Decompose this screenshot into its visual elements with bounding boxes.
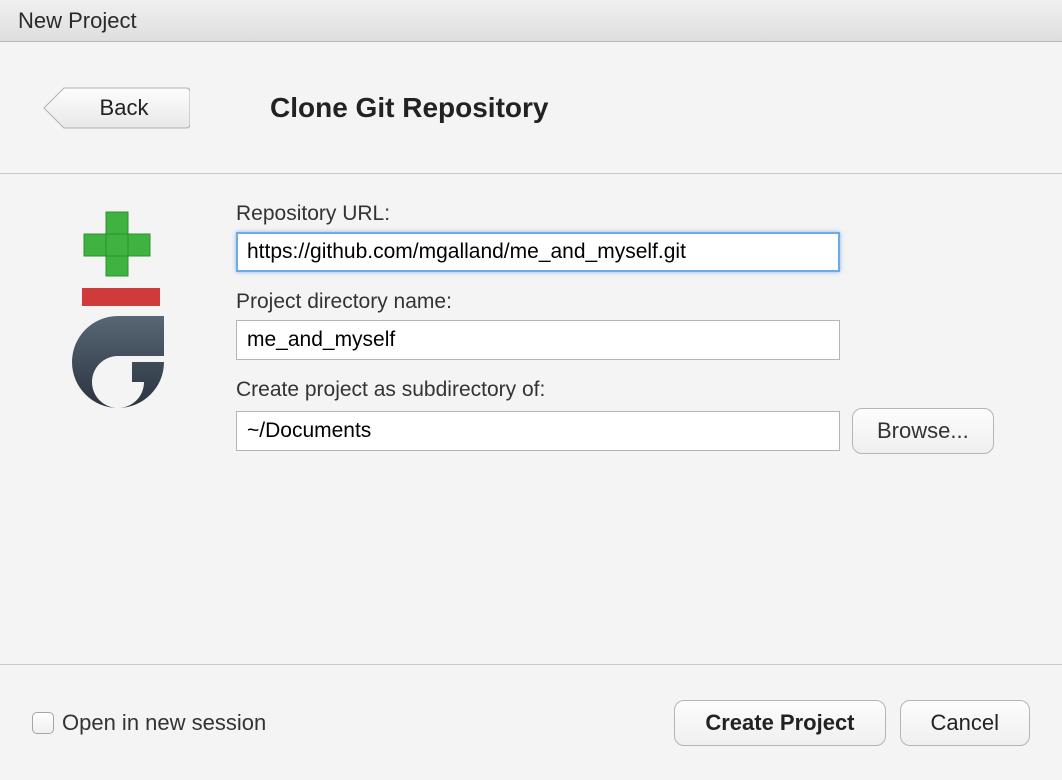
page-title: Clone Git Repository — [270, 92, 548, 124]
subdir-label: Create project as subdirectory of: — [236, 378, 1030, 402]
subdir-input[interactable] — [236, 411, 840, 451]
subdir-group: Create project as subdirectory of: Brows… — [236, 378, 1030, 454]
project-dir-group: Project directory name: — [236, 290, 1030, 360]
form-column: Repository URL: Project directory name: … — [232, 202, 1030, 664]
project-dir-label: Project directory name: — [236, 290, 1030, 314]
open-new-session-label: Open in new session — [62, 710, 266, 736]
back-button[interactable]: Back — [40, 84, 190, 132]
project-dir-input[interactable] — [236, 320, 840, 360]
dialog-content: Repository URL: Project directory name: … — [0, 174, 1062, 664]
repo-url-input[interactable] — [236, 232, 840, 272]
repo-url-label: Repository URL: — [236, 202, 1030, 226]
git-logo-column — [32, 202, 232, 664]
dialog-footer: Open in new session Create Project Cance… — [0, 664, 1062, 780]
repo-url-group: Repository URL: — [236, 202, 1030, 272]
open-new-session-checkbox[interactable]: Open in new session — [32, 710, 266, 736]
back-button-label: Back — [40, 84, 190, 132]
dialog-header: Back Clone Git Repository — [0, 42, 1062, 174]
git-logo-icon — [62, 206, 172, 416]
checkbox-box-icon — [32, 712, 54, 734]
create-project-button[interactable]: Create Project — [674, 700, 885, 746]
cancel-button[interactable]: Cancel — [900, 700, 1030, 746]
window-titlebar: New Project — [0, 0, 1062, 42]
browse-button[interactable]: Browse... — [852, 408, 994, 454]
window-title: New Project — [18, 8, 137, 34]
